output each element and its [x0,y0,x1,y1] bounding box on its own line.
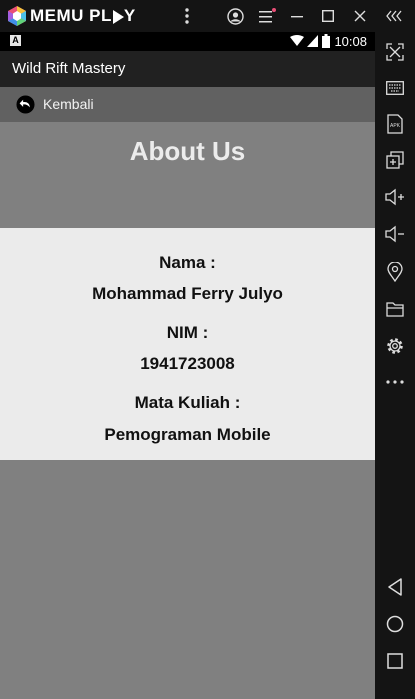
name-label: Nama : [159,253,216,272]
battery-icon [322,34,330,48]
folder-icon[interactable] [383,297,407,321]
nim-label: NIM : [166,323,209,342]
recents-nav-icon[interactable] [383,649,407,673]
multi-instance-icon[interactable] [383,148,407,172]
account-icon[interactable] [220,0,250,32]
play-triangle-icon [112,9,124,24]
home-nav-icon[interactable] [383,612,407,636]
course-label: Mata Kuliah : [134,393,241,412]
page-title: About Us [129,136,246,166]
menu-icon[interactable] [252,0,282,32]
memu-logo-icon [8,6,26,26]
back-arrow-icon [16,95,35,114]
keyboard-icon[interactable] [383,76,407,100]
signal-icon [307,35,318,47]
emulator-titlebar: MEMU PL Y [0,0,415,32]
emulator-title: MEMU PL Y [30,6,136,25]
android-screen: A 10:08 Wild Rift Mastery Kembali About … [0,32,375,699]
apk-icon[interactable]: APK [383,112,407,136]
emulator-toolbar: APK [375,32,415,699]
more-options-icon[interactable] [172,0,202,32]
minimize-icon[interactable] [282,0,312,32]
collapse-sidebar-icon[interactable] [380,0,410,32]
app-title: Wild Rift Mastery [12,60,126,77]
keymap-icon[interactable] [383,40,407,64]
back-button[interactable]: Kembali [0,87,375,122]
volume-up-icon[interactable] [383,185,407,209]
settings-icon[interactable] [383,334,407,358]
maximize-icon[interactable] [313,0,343,32]
course-value: Pemograman Mobile [104,425,271,444]
more-icon[interactable] [383,370,407,394]
profile-card: Nama : Mohammad Ferry Julyo NIM : 194172… [0,228,375,460]
svg-text:APK: APK [390,123,401,129]
status-bar: A 10:08 [0,32,375,51]
location-icon[interactable] [383,260,407,284]
back-label: Kembali [43,96,94,112]
back-nav-icon[interactable] [383,575,407,599]
nim-value: 1941723008 [140,354,235,373]
name-value: Mohammad Ferry Julyo [92,284,283,303]
close-icon[interactable] [345,0,375,32]
app-bar: Wild Rift Mastery [0,51,375,87]
volume-down-icon[interactable] [383,222,407,246]
status-time: 10:08 [334,34,367,49]
notification-icon: A [10,35,21,46]
wifi-icon [290,35,304,46]
